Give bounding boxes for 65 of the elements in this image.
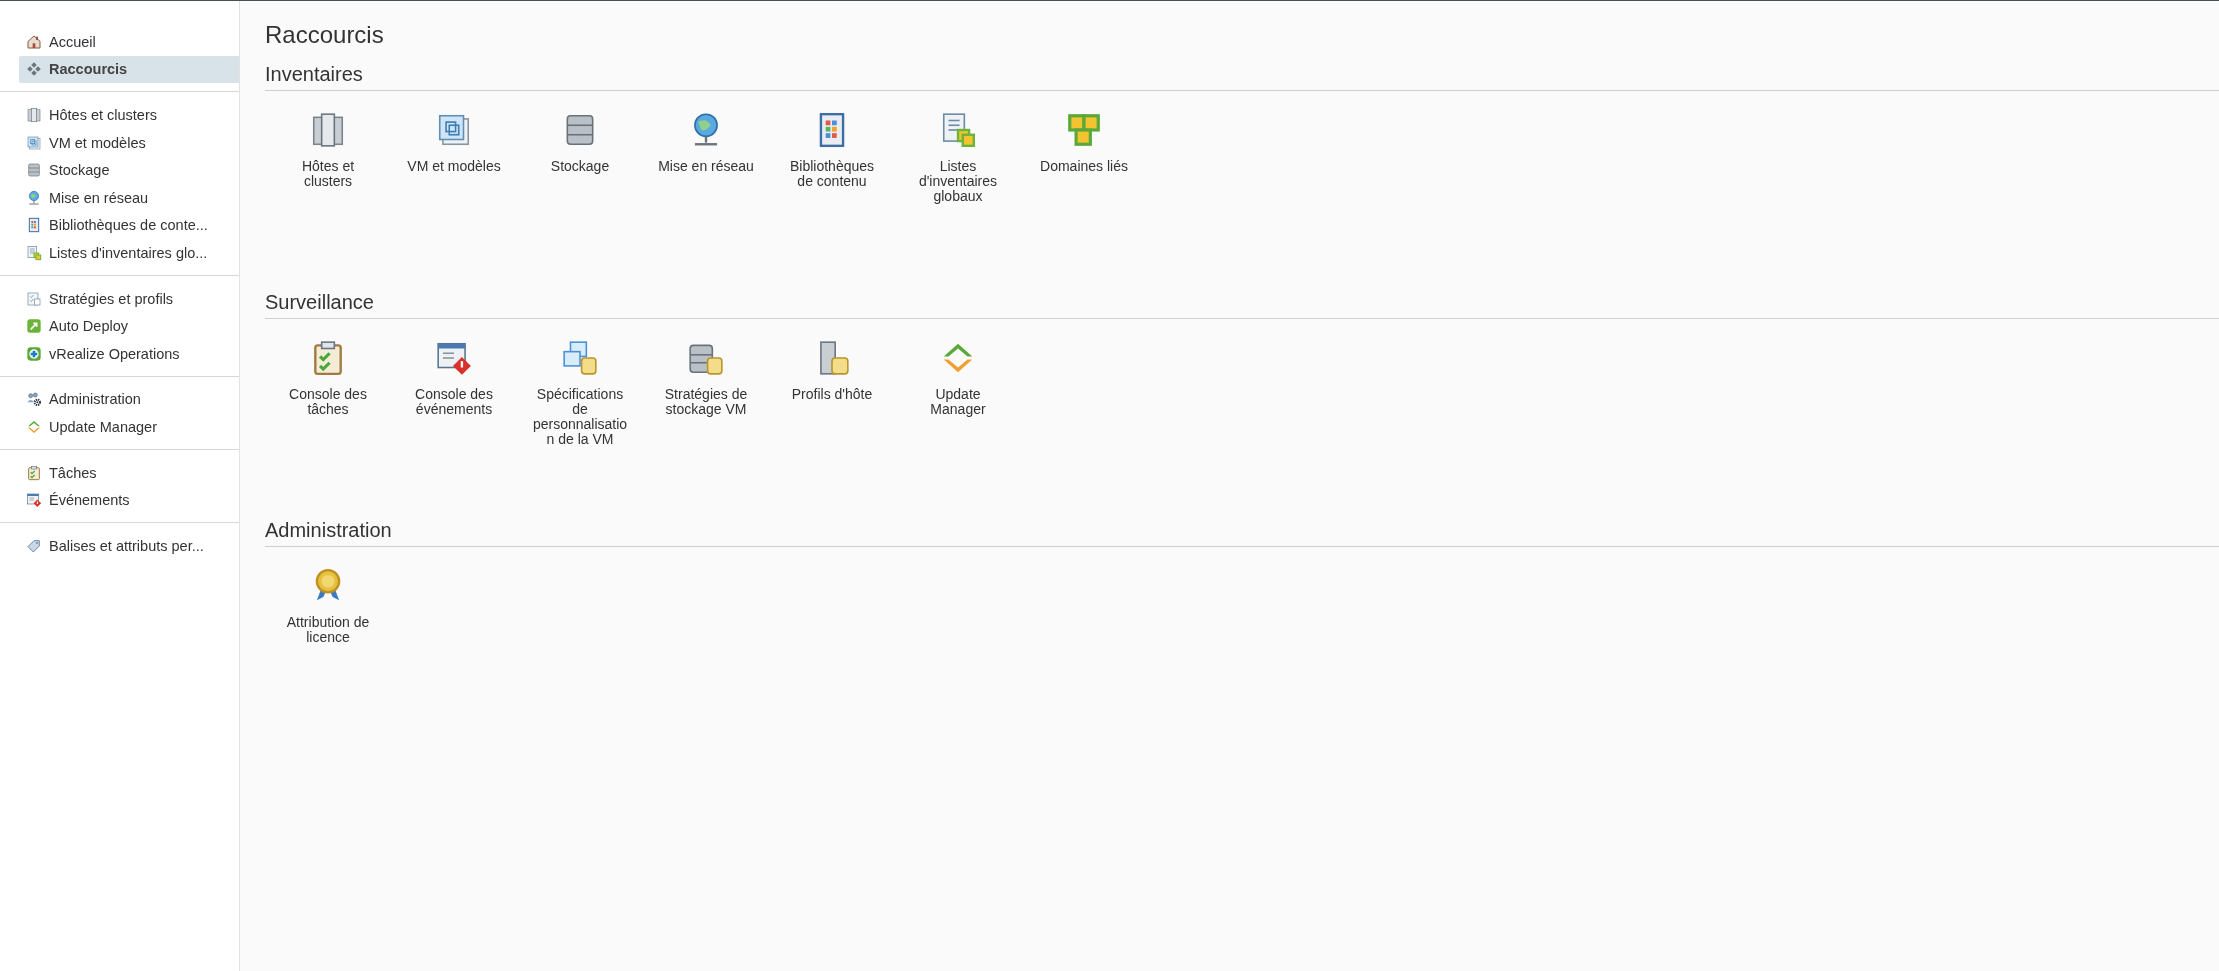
shortcut-tile[interactable]: Bibliothèques de contenu	[769, 111, 895, 261]
sidebar-item[interactable]: Bibliothèques de conte...	[19, 211, 239, 240]
shortcut-tile[interactable]: Profils d'hôte	[769, 339, 895, 489]
database-icon	[26, 162, 42, 179]
linked-squares-icon	[1065, 111, 1103, 149]
shortcut-label: Profils d'hôte	[790, 387, 874, 402]
shortcut-label: Attribution de licence	[285, 615, 371, 645]
shortcut-label: Listes d'inventaires globaux	[917, 159, 999, 204]
book-icon	[26, 217, 42, 234]
sidebar-item[interactable]: Tâches	[19, 458, 239, 487]
sidebar-item[interactable]: Événements	[19, 486, 239, 514]
shortcut-tile[interactable]: Update Manager	[895, 339, 1021, 489]
shortcut-label: Console des tâches	[288, 387, 368, 417]
shortcut-tile[interactable]: VM et modèles	[391, 111, 517, 261]
sidebar-item[interactable]: Raccourcis	[19, 55, 239, 84]
shortcut-label: Stratégies de stockage VM	[663, 387, 749, 417]
page-title: Raccourcis	[265, 21, 385, 49]
shortcut-label: VM et modèles	[406, 159, 502, 174]
section-heading: Administration	[265, 519, 2219, 547]
globe-icon	[26, 189, 42, 206]
shortcut-label: Hôtes et clusters	[300, 159, 356, 189]
clipboard-icon	[26, 464, 42, 481]
arrow-square-icon	[26, 318, 42, 335]
sidebar-item[interactable]: Stockage	[19, 156, 239, 184]
shortcut-label: Console des événements	[414, 387, 494, 417]
section-heading: Surveillance	[265, 291, 2219, 319]
window-alert-icon	[26, 492, 42, 509]
windows-scroll-icon	[561, 339, 599, 377]
sidebar-item[interactable]: vRealize Operations	[19, 339, 239, 368]
sidebar-item[interactable]: Accueil	[19, 28, 239, 56]
shortcut-tile[interactable]: Console des tâches	[265, 339, 391, 489]
checklist-icon	[26, 290, 42, 307]
diamond-icon	[26, 61, 42, 78]
tag-icon	[26, 537, 42, 554]
shortcut-tile[interactable]: Attribution de licence	[265, 567, 391, 717]
sidebar-item[interactable]: Balises et attributs per...	[19, 531, 239, 560]
shortcut-tile[interactable]: Stratégies de stockage VM	[643, 339, 769, 489]
house-icon	[26, 33, 42, 50]
shortcut-tile[interactable]: Domaines liés	[1021, 111, 1147, 261]
users-gear-icon	[26, 391, 42, 408]
sidebar-item[interactable]: Stratégies et profils	[19, 284, 239, 313]
sidebar-item[interactable]: Hôtes et clusters	[19, 101, 239, 129]
sidebar-item[interactable]: Administration	[19, 385, 239, 414]
server-rack-icon	[26, 107, 42, 123]
list-document-icon	[26, 244, 42, 261]
shortcut-tile[interactable]: Listes d'inventaires globaux	[895, 111, 1021, 261]
shortcut-tile[interactable]: Mise en réseau	[643, 111, 769, 261]
sidebar-item[interactable]: Mise en réseau	[19, 183, 239, 212]
sidebar-item[interactable]: Listes d'inventaires glo...	[19, 239, 239, 267]
shortcut-label: Domaines liés	[1039, 159, 1129, 174]
window-stack-icon	[26, 134, 42, 151]
sync-arrows-icon	[26, 418, 42, 435]
shortcut-tile[interactable]: Console des événements	[391, 339, 517, 489]
shortcut-tile[interactable]: Hôtes et clusters	[265, 111, 391, 261]
shortcut-label: Stockage	[549, 159, 611, 174]
shortcut-tile[interactable]: Stockage	[517, 111, 643, 261]
sidebar-item[interactable]: Update Manager	[19, 413, 239, 441]
shortcut-tile[interactable]: Spécifications de personnalisation de la VM	[517, 339, 643, 489]
shortcut-label: Update Manager	[929, 387, 987, 417]
shortcut-label: Bibliothèques de contenu	[788, 159, 876, 189]
shortcut-label: Mise en réseau	[658, 159, 754, 174]
sidebar-item[interactable]: Auto Deploy	[19, 312, 239, 340]
sidebar-item[interactable]: VM et modèles	[19, 128, 239, 157]
shortcut-label: Spécifications de personnalisation de la VM	[532, 387, 628, 447]
section-heading: Inventaires	[265, 63, 2219, 91]
